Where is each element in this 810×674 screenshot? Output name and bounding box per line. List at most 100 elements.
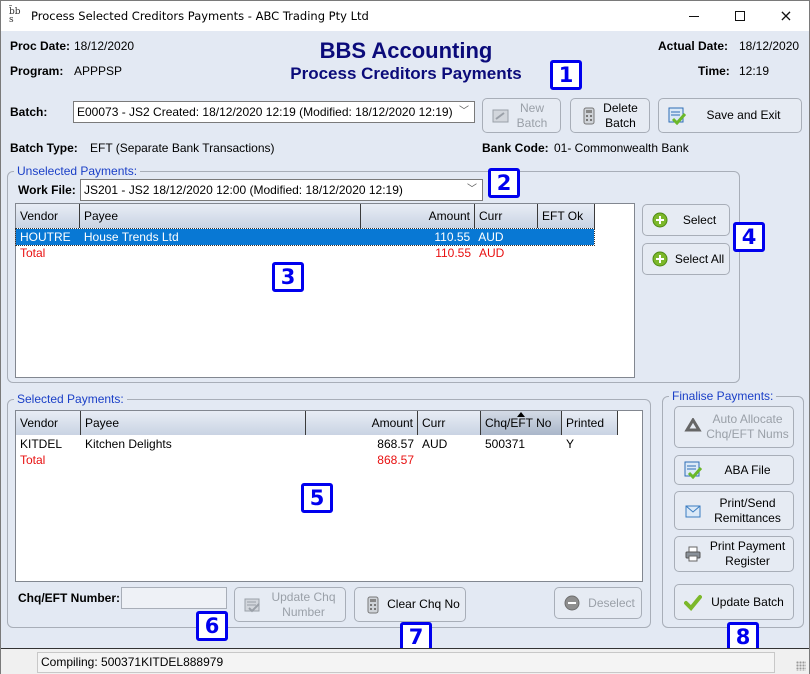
col-eft-ok[interactable]: EFT Ok	[538, 204, 595, 228]
cell-eft-ok	[537, 229, 594, 245]
col-curr[interactable]: Curr	[475, 204, 538, 228]
print-payment-register-label: Print Payment Register	[709, 539, 786, 568]
close-button[interactable]: ×	[763, 1, 809, 31]
table-row[interactable]: KITDEL Kitchen Delights 868.57 AUD 50037…	[16, 436, 618, 452]
aba-file-label: ABA File	[724, 462, 771, 477]
auto-allocate-label: Auto Allocate Chq/EFT Nums	[706, 412, 789, 441]
time-value: 12:19	[739, 64, 770, 78]
batch-type-label: Batch Type:	[10, 141, 78, 155]
add-circle-icon	[652, 211, 670, 229]
clear-chq-no-button[interactable]: Clear Chq No	[354, 587, 466, 622]
col-amount[interactable]: Amount	[361, 204, 475, 228]
print-payment-register-button[interactable]: Print Payment Register	[674, 536, 794, 572]
col-vendor[interactable]: Vendor	[16, 204, 80, 228]
batch-label: Batch:	[10, 105, 48, 119]
chevron-down-icon: ﹀	[467, 184, 477, 195]
bank-code-value: 01- Commonwealth Bank	[554, 141, 689, 155]
status-text: Compiling: 500371KITDEL888979	[37, 652, 775, 673]
batch-dropdown[interactable]: E00073 - JS2 Created: 18/12/2020 12:19 (…	[73, 101, 475, 123]
cell-amount: 868.57	[377, 437, 414, 451]
bank-code-label: Bank Code:	[482, 141, 549, 155]
actual-date-label: Actual Date:	[658, 39, 729, 53]
col-amount[interactable]: Amount	[306, 411, 418, 435]
cell-payee: House Trends Ltd	[83, 230, 179, 244]
col-printed[interactable]: Printed	[562, 411, 618, 435]
minimize-button[interactable]	[671, 1, 717, 31]
col-vendor[interactable]: Vendor	[16, 411, 81, 435]
callout-marker-1: 1	[550, 60, 582, 90]
cell-printed: Y	[566, 437, 575, 451]
minimize-icon	[689, 15, 699, 17]
update-chq-number-label: Update Chq Number	[271, 589, 336, 619]
calculator-icon	[364, 596, 382, 614]
window-title: Process Selected Creditors Payments - AB…	[31, 9, 369, 23]
save-check-icon	[668, 107, 687, 125]
save-and-exit-label: Save and Exit	[706, 108, 781, 122]
cell-vendor: HOUTRE	[20, 230, 71, 244]
total-label: Total	[20, 246, 46, 260]
print-send-remittances-button[interactable]: Print/Send Remittances	[674, 491, 794, 530]
selected-payments-title: Selected Payments:	[14, 392, 127, 406]
select-button[interactable]: Select	[642, 204, 730, 236]
col-chq-eft-no[interactable]: Chq/EFT No	[481, 411, 562, 435]
total-row: Total 868.57	[16, 452, 418, 468]
update-chq-number-button[interactable]: Update Chq Number	[234, 587, 346, 622]
col-curr[interactable]: Curr	[418, 411, 481, 435]
printer-icon	[684, 545, 702, 563]
cell-curr: AUD	[478, 230, 504, 244]
col-payee[interactable]: Payee	[80, 204, 361, 228]
grid-header: Vendor Payee Amount Curr Chq/EFT No Prin…	[16, 411, 618, 435]
work-file-dropdown-value: JS201 - JS2 18/12/2020 12:00 (Modified: …	[84, 183, 403, 197]
unselected-payments-grid[interactable]: Vendor Payee Amount Curr EFT Ok HOUTRE H…	[15, 203, 635, 378]
new-batch-button[interactable]: New Batch	[482, 98, 561, 133]
unselected-payments-title: Unselected Payments:	[14, 164, 141, 178]
save-check-icon	[684, 461, 703, 480]
callout-marker-6: 6	[196, 611, 228, 641]
delete-batch-label: Delete Batch	[603, 100, 638, 130]
checkmark-icon	[684, 593, 702, 611]
auto-allocate-button[interactable]: Auto Allocate Chq/EFT Nums	[674, 406, 794, 448]
col-payee[interactable]: Payee	[81, 411, 306, 435]
batch-type-value: EFT (Separate Bank Transactions)	[90, 141, 275, 155]
update-batch-label: Update Batch	[711, 594, 784, 609]
table-row[interactable]: HOUTRE House Trends Ltd 110.55 AUD	[15, 228, 595, 246]
resize-grip-icon[interactable]	[796, 661, 806, 671]
update-batch-button[interactable]: Update Batch	[674, 584, 794, 620]
chevron-down-icon: ﹀	[458, 102, 470, 122]
maximize-button[interactable]	[717, 1, 763, 31]
app-window: b̃b s Process Selected Creditors Payments…	[0, 0, 810, 674]
total-amount: 110.55	[435, 246, 471, 260]
save-and-exit-button[interactable]: Save and Exit	[658, 98, 802, 133]
calculator-icon	[580, 107, 598, 125]
grid-header: Vendor Payee Amount Curr EFT Ok	[16, 204, 595, 228]
deselect-button[interactable]: Deselect	[554, 587, 642, 619]
callout-marker-5: 5	[301, 483, 333, 513]
select-label: Select	[682, 212, 717, 227]
total-amount: 868.57	[377, 453, 414, 467]
delete-batch-button[interactable]: Delete Batch	[570, 98, 650, 133]
total-curr: AUD	[479, 246, 505, 260]
chq-eft-number-input[interactable]	[121, 587, 227, 609]
print-send-remittances-label: Print/Send Remittances	[714, 495, 781, 525]
chq-eft-number-label: Chq/EFT Number:	[18, 591, 120, 605]
title-bar: b̃b s Process Selected Creditors Payments…	[1, 1, 809, 31]
cell-chq-no: 500371	[485, 437, 526, 451]
total-label: Total	[20, 453, 46, 467]
close-icon: ×	[779, 6, 793, 25]
aba-file-button[interactable]: ABA File	[674, 455, 794, 485]
select-all-button[interactable]: Select All	[642, 243, 730, 275]
batch-dropdown-value: E00073 - JS2 Created: 18/12/2020 12:19 (…	[77, 105, 453, 119]
callout-marker-4: 4	[733, 222, 765, 252]
recycle-icon	[684, 417, 702, 436]
cell-curr: AUD	[422, 437, 448, 451]
clear-chq-no-label: Clear Chq No	[387, 597, 460, 611]
callout-marker-2: 2	[488, 168, 520, 198]
time-label: Time:	[698, 64, 730, 78]
bbs-app-icon: b̃b s	[9, 7, 21, 25]
select-all-label: Select All	[674, 251, 725, 266]
total-row: Total 110.55 AUD	[16, 245, 594, 261]
work-file-dropdown[interactable]: JS201 - JS2 18/12/2020 12:00 (Modified: …	[80, 179, 483, 201]
finalise-payments-title: Finalise Payments:	[669, 389, 777, 403]
status-bar: Compiling: 500371KITDEL888979	[1, 648, 809, 674]
add-circle-icon	[652, 250, 670, 268]
